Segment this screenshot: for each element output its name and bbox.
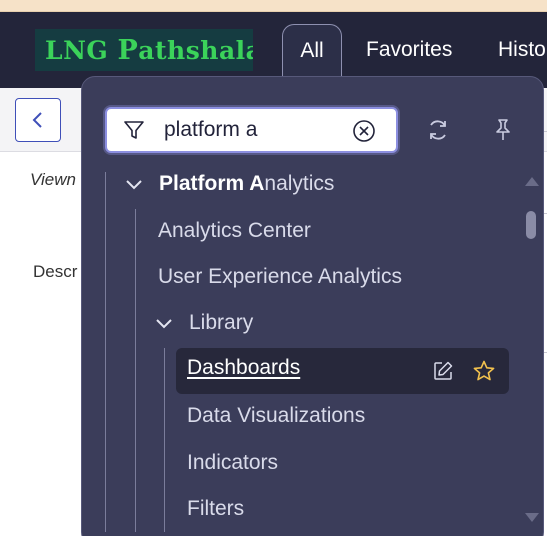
tree-item-analytics-center[interactable]: Analytics Center (158, 216, 311, 246)
tree-guide-line (105, 172, 106, 532)
scrollbar[interactable] (522, 177, 540, 527)
view-label: Viewn (30, 170, 76, 189)
clear-icon[interactable] (351, 118, 377, 144)
tree-item-label-match: Platform A (159, 172, 265, 195)
tree-item-platform-analytics[interactable]: Platform Analytics (123, 169, 334, 199)
tree-item-label: Filters (187, 497, 245, 520)
tree-item-label: Analytics Center (158, 219, 311, 242)
chevron-down-icon (126, 180, 142, 190)
star-icon[interactable] (472, 359, 496, 383)
app-logo[interactable]: LNG Pathshala (35, 29, 253, 71)
tree-item-label: Indicators (187, 451, 279, 474)
top-banner-strip (0, 0, 547, 12)
tree-item-filters[interactable]: Filters (187, 494, 244, 524)
tree-item-label: User Experience Analytics (158, 265, 402, 288)
all-menu-dropdown: Platform Analytics Analytics Center User… (81, 76, 544, 536)
tree-item-library[interactable]: Library (153, 308, 253, 338)
chevron-down-icon (156, 319, 172, 329)
tree-item-label: Data Visualizations (187, 404, 366, 427)
tree-item-indicators[interactable]: Indicators (187, 448, 278, 478)
filter-field[interactable] (105, 107, 398, 153)
tab-all-label: All (300, 38, 324, 62)
tree-guide-line (164, 348, 165, 532)
scroll-up-arrow-icon[interactable] (525, 177, 539, 186)
tree-item-label[interactable]: Dashboards (187, 356, 300, 380)
tab-all[interactable]: All (282, 24, 342, 76)
tree-item-label: Library (189, 311, 254, 334)
scroll-down-arrow-icon[interactable] (525, 513, 539, 522)
tab-history[interactable]: History (498, 24, 547, 76)
logo-text: LNG Pathshala (45, 34, 253, 66)
tree-guide-line (135, 209, 136, 532)
back-button[interactable] (15, 98, 61, 142)
tree-item-user-experience-analytics[interactable]: User Experience Analytics (158, 262, 402, 292)
pin-icon[interactable] (491, 117, 515, 143)
tab-favorites[interactable]: Favorites (366, 24, 452, 76)
filter-icon (124, 121, 144, 139)
tree-item-dashboards[interactable]: Dashboards (176, 348, 509, 394)
chevron-left-icon (32, 112, 42, 128)
refresh-icon[interactable] (425, 117, 451, 143)
tree-item-label-rest: nalytics (264, 172, 335, 195)
tab-history-label: History (498, 38, 547, 61)
filter-input[interactable] (164, 116, 344, 144)
edit-icon[interactable] (432, 360, 454, 382)
tree-item-data-visualizations[interactable]: Data Visualizations (187, 401, 365, 431)
description-label: Descr (33, 262, 78, 281)
tab-favorites-label: Favorites (366, 38, 453, 61)
scroll-thumb[interactable] (526, 211, 536, 239)
